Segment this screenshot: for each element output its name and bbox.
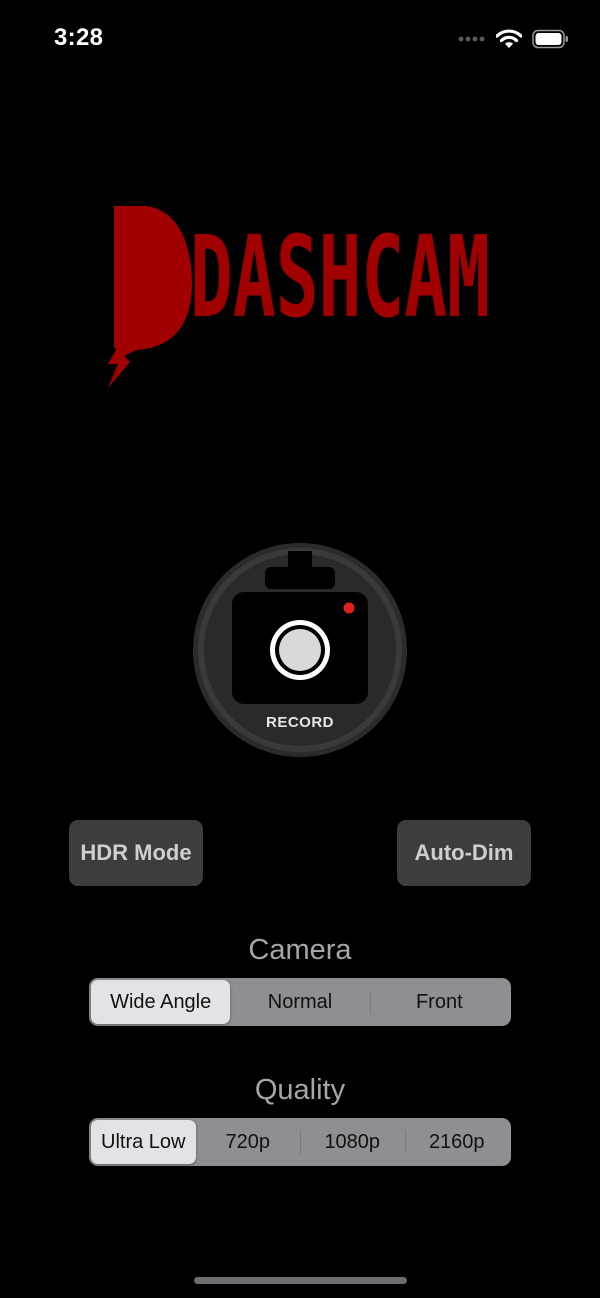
logo-wordmark: DASHCAM <box>190 213 490 343</box>
quality-option-720p[interactable]: 720p <box>196 1120 301 1164</box>
auto-dim-button[interactable]: Auto-Dim <box>397 820 531 886</box>
status-time: 3:28 <box>54 24 104 51</box>
camera-option-front[interactable]: Front <box>369 980 509 1024</box>
dashcam-logo: DASHCAM <box>108 206 490 388</box>
cellular-signal-icon <box>458 36 485 42</box>
camera-section-title: Camera <box>248 934 352 966</box>
battery-icon <box>532 29 568 49</box>
record-button[interactable]: RECORD <box>192 542 408 758</box>
home-indicator <box>194 1277 407 1284</box>
quality-segmented-control[interactable]: Ultra Low 720p 1080p 2160p <box>89 1118 511 1166</box>
quality-option-2160p[interactable]: 2160p <box>404 1120 510 1164</box>
record-label: RECORD <box>265 714 334 731</box>
camera-option-normal[interactable]: Normal <box>230 980 369 1024</box>
quality-option-ultra-low[interactable]: Ultra Low <box>91 1120 196 1164</box>
status-bar: 3:28 <box>0 0 600 80</box>
quality-section-title: Quality <box>254 1074 346 1106</box>
camera-segmented-control[interactable]: Wide Angle Normal Front <box>89 978 511 1026</box>
camera-option-wide-angle[interactable]: Wide Angle <box>91 980 231 1024</box>
wifi-icon <box>496 29 522 48</box>
status-icons <box>458 26 570 52</box>
hdr-mode-button[interactable]: HDR Mode <box>69 820 203 886</box>
quality-option-1080p[interactable]: 1080p <box>300 1120 405 1164</box>
